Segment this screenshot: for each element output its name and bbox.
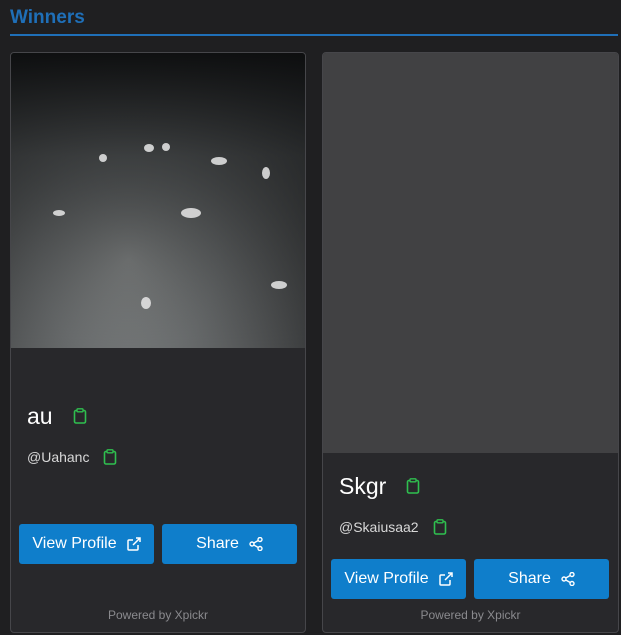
powered-by: Powered by Xpickr xyxy=(107,608,209,622)
view-profile-label: View Profile xyxy=(344,570,429,587)
page-title: Winners xyxy=(10,7,85,28)
winner-name: au xyxy=(27,403,53,429)
winner-handle-row: @Skaiusaa2 xyxy=(339,517,447,537)
external-link-icon xyxy=(438,572,453,586)
share-icon xyxy=(249,536,263,552)
view-profile-button[interactable]: View Profile xyxy=(331,559,466,599)
share-icon xyxy=(561,571,575,587)
share-label: Share xyxy=(196,535,239,552)
winner-name: Skgr xyxy=(339,473,387,499)
winner-handle-row: @Uahanc xyxy=(27,447,117,467)
share-button[interactable]: Share xyxy=(474,559,609,599)
winners-header: Winners xyxy=(10,6,618,36)
share-button[interactable]: Share xyxy=(162,524,297,564)
share-label: Share xyxy=(508,570,551,587)
view-profile-label: View Profile xyxy=(32,535,117,552)
photo-texture xyxy=(11,53,305,348)
external-link-icon xyxy=(126,537,141,551)
clipboard-icon[interactable] xyxy=(73,408,87,424)
card-actions: View Profile Share xyxy=(331,559,609,599)
winner-name-row: au xyxy=(27,401,87,431)
clipboard-icon[interactable] xyxy=(406,478,420,494)
clipboard-icon[interactable] xyxy=(103,449,117,465)
winner-handle: @Skaiusaa2 xyxy=(339,519,419,535)
winner-card: au @Uahanc View Profile Share Powered by… xyxy=(10,52,306,633)
view-profile-button[interactable]: View Profile xyxy=(19,524,154,564)
winner-photo xyxy=(11,53,305,348)
winner-name-row: Skgr xyxy=(339,471,420,501)
winner-handle: @Uahanc xyxy=(27,449,90,465)
card-actions: View Profile Share xyxy=(19,524,297,564)
winner-card: Skgr @Skaiusaa2 View Profile Share Power… xyxy=(322,52,619,633)
clipboard-icon[interactable] xyxy=(433,519,447,535)
winner-photo-placeholder xyxy=(323,53,618,453)
powered-by: Powered by Xpickr xyxy=(420,608,521,622)
